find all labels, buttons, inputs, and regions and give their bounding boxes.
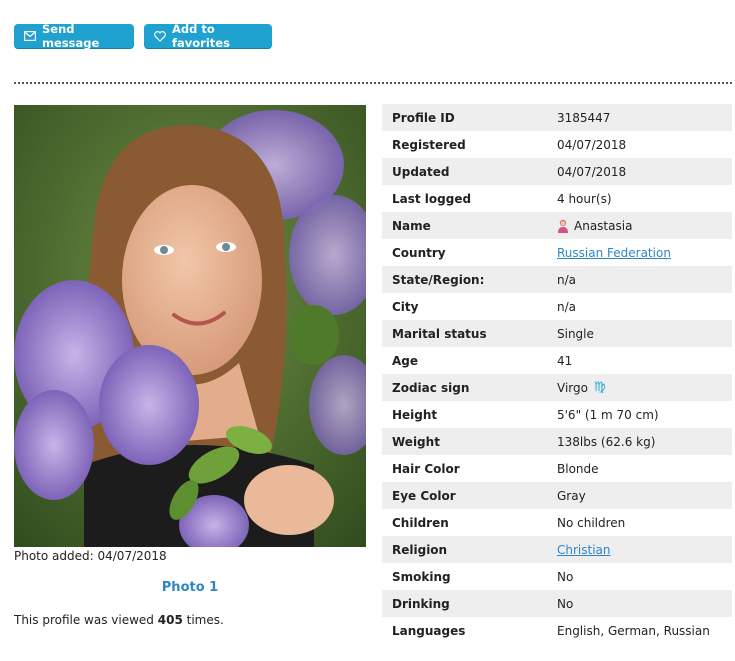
row-smoking: Smoking No [382,563,732,590]
value-marital-status: Single [557,326,594,341]
label-last-logged: Last logged [392,191,472,206]
views-suffix: times. [186,613,224,627]
row-height: Height 5'6" (1 m 70 cm) [382,401,732,428]
profile-details-table: Profile ID 3185447 Registered 04/07/2018… [382,104,732,644]
heart-icon [154,30,166,43]
label-languages: Languages [392,623,466,638]
value-name-cell: Anastasia [557,219,732,233]
female-user-icon [557,219,569,233]
views-count: 405 [157,613,183,627]
value-languages: English, German, Russian [557,623,710,638]
row-registered: Registered 04/07/2018 [382,131,732,158]
value-weight: 138lbs (62.6 kg) [557,434,656,449]
label-weight: Weight [392,434,440,449]
value-hair-color: Blonde [557,461,599,476]
value-height: 5'6" (1 m 70 cm) [557,407,659,422]
label-smoking: Smoking [392,569,451,584]
value-registered: 04/07/2018 [557,137,627,152]
value-updated: 04/07/2018 [557,164,627,179]
value-zodiac-sign: Virgo [557,380,588,395]
label-profile-id: Profile ID [392,110,455,125]
value-state-region: n/a [557,272,577,287]
label-state-region: State/Region: [392,272,485,287]
label-updated: Updated [392,164,450,179]
row-age: Age 41 [382,347,732,374]
label-age: Age [392,353,419,368]
row-children: Children No children [382,509,732,536]
value-city: n/a [557,299,577,314]
profile-views-text: This profile was viewed 405 times. [14,613,224,627]
value-last-logged: 4 hour(s) [557,191,612,206]
value-children: No children [557,515,626,530]
row-country: Country Russian Federation [382,239,732,266]
profile-photo[interactable] [14,105,366,547]
label-city: City [392,299,419,314]
value-drinking: No [557,596,574,611]
label-hair-color: Hair Color [392,461,460,476]
value-zodiac-cell: Virgo ♍ [557,380,732,395]
value-age: 41 [557,353,573,368]
row-religion: Religion Christian [382,536,732,563]
row-hair-color: Hair Color Blonde [382,455,732,482]
label-religion: Religion [392,542,448,557]
send-message-label: Send message [42,22,100,50]
virgo-icon: ♍ [593,380,606,395]
row-marital-status: Marital status Single [382,320,732,347]
row-state-region: State/Region: n/a [382,266,732,293]
country-link[interactable]: Russian Federation [557,246,671,260]
row-languages: Languages English, German, Russian [382,617,732,644]
row-updated: Updated 04/07/2018 [382,158,732,185]
label-marital-status: Marital status [392,326,487,341]
label-country: Country [392,245,446,260]
value-smoking: No [557,569,574,584]
label-children: Children [392,515,449,530]
label-drinking: Drinking [392,596,450,611]
value-eye-color: Gray [557,488,586,503]
row-drinking: Drinking No [382,590,732,617]
row-name: Name Anastasia [382,212,732,239]
envelope-icon [24,30,36,43]
label-eye-color: Eye Color [392,488,456,503]
add-to-favorites-button[interactable]: Add to favorites [144,22,272,50]
label-height: Height [392,407,438,422]
religion-link[interactable]: Christian [557,543,611,557]
row-eye-color: Eye Color Gray [382,482,732,509]
photo-1-link[interactable]: Photo 1 [14,580,366,595]
dotted-divider [14,82,732,84]
row-last-logged: Last logged 4 hour(s) [382,185,732,212]
send-message-button[interactable]: Send message [14,22,134,50]
photo-added-date: Photo added: 04/07/2018 [14,549,167,563]
row-city: City n/a [382,293,732,320]
label-name: Name [392,218,431,233]
row-weight: Weight 138lbs (62.6 kg) [382,428,732,455]
value-name: Anastasia [574,218,633,233]
label-registered: Registered [392,137,466,152]
label-zodiac-sign: Zodiac sign [392,380,470,395]
add-to-favorites-label: Add to favorites [172,22,230,50]
row-zodiac-sign: Zodiac sign Virgo ♍ [382,374,732,401]
views-prefix: This profile was viewed [14,613,154,627]
value-profile-id: 3185447 [557,110,611,125]
row-profile-id: Profile ID 3185447 [382,104,732,131]
